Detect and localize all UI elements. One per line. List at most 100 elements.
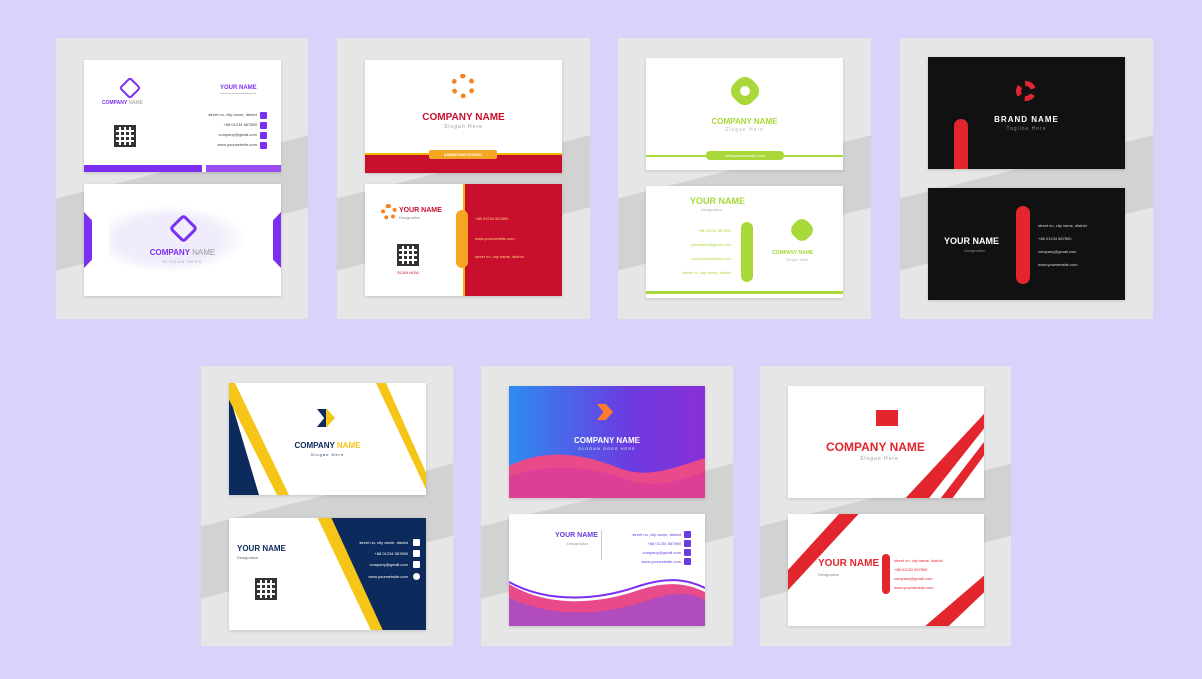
email-text: company@gmail.com [894, 576, 933, 581]
home-icon [413, 539, 420, 546]
globe-icon [260, 142, 267, 149]
website-text: www.yourwebsite.com [217, 142, 257, 147]
business-card-5-back: YOUR NAME Designation street no, city na… [229, 518, 426, 630]
phone-icon [413, 550, 420, 557]
phone-text: +88 01234 567890 [894, 567, 928, 572]
website-text: www.yourwebsite.com [691, 256, 731, 261]
designation: Designation [567, 541, 589, 546]
company-name: COMPANY [102, 100, 128, 106]
mockup-panel-4: BRAND NAME Tagline Here YOUR NAME Design… [900, 38, 1153, 319]
company-name: COMPANY NAME [574, 436, 640, 445]
your-name: YOUR NAME [237, 544, 286, 553]
slogan: SLOGAN GOES HERE [578, 446, 636, 451]
company-name-suffix: NAME [192, 248, 216, 257]
yellow-stripe-right [376, 383, 426, 490]
globe-icon [413, 573, 420, 580]
website-text: www.yourwebsite.com [894, 585, 934, 590]
company-name: COMPANY NAME [826, 440, 925, 454]
address-text: street no, city name, district [359, 540, 408, 545]
arrow-logo-icon [597, 404, 613, 420]
business-card-4-back: YOUR NAME Designation street no, city na… [928, 188, 1125, 300]
divider [601, 530, 602, 560]
business-card-2-back: YOUR NAME Designation SCAN NOW +88 01234… [365, 184, 562, 296]
business-card-7-back: YOUR NAME Designation street no, city na… [788, 514, 984, 626]
slogan: Slogan Here [725, 127, 764, 133]
wave-decoration [509, 579, 705, 626]
business-card-7-front: COMPANY NAME Slogan Here [788, 386, 984, 498]
address-text: street no, city name, district [682, 270, 731, 275]
slogan: SLOGAN HERE [162, 259, 203, 264]
phone-text: +88 01234 567890 [1038, 236, 1072, 241]
slogan: Slogan Here [310, 452, 345, 457]
business-card-3-back: YOUR NAME Designation +88 01234 567890 y… [646, 186, 843, 298]
website-bar: www.yourwebsite.com [706, 151, 784, 160]
logo-diamond-icon [118, 76, 142, 100]
mockup-panel-6: COMPANY NAME SLOGAN GOES HERE YOUR NAME … [481, 366, 733, 646]
phone-icon [260, 122, 267, 129]
company-name-suffix: NAME [336, 441, 361, 450]
business-card-2-front: COMPANY NAME Slogan Here ANIMATION STUDI… [365, 60, 562, 173]
mail-icon [260, 132, 267, 139]
designation: Designation [818, 572, 840, 577]
phone-text: +88 01234 567890 [223, 122, 257, 127]
slogan: Slogan Here [860, 456, 899, 462]
business-card-1-back: COMPANY NAME SLOGAN HERE [84, 184, 281, 296]
company-name: COMPANY [149, 248, 190, 257]
divider [220, 93, 256, 94]
back-slogan: Slogan Here [786, 257, 809, 262]
icon-rail [456, 210, 468, 268]
business-card-1-front: COMPANY NAME YOUR NAME street no, city n… [84, 60, 281, 172]
mockup-panel-5: COMPANY NAME Slogan Here YOUR NAME Desig… [201, 366, 453, 646]
swirl-logo-icon [1016, 81, 1036, 101]
business-card-4-front: BRAND NAME Tagline Here [928, 57, 1125, 169]
address-text: street no, city name, district [632, 532, 681, 537]
mockup-panel-3: COMPANY NAME Slogan Here www.yourwebsite… [618, 38, 871, 319]
company-name-suffix: NAME [128, 100, 143, 106]
your-name: YOUR NAME [555, 532, 598, 539]
flower-logo-icon [787, 215, 817, 245]
qr-code [114, 125, 136, 147]
icon-rail [1016, 206, 1030, 284]
green-line [646, 291, 843, 294]
website-text: www.yourwebsite.com [475, 236, 515, 241]
email-text: company@gmail.com [1038, 249, 1077, 254]
bottom-stripe [84, 165, 281, 172]
mockup-panel-7: COMPANY NAME Slogan Here YOUR NAME Desig… [760, 366, 1011, 646]
business-card-6-back: YOUR NAME Designation street no, city na… [509, 514, 705, 626]
chevron-logo-icon [317, 409, 335, 427]
company-name: COMPANY [294, 441, 335, 450]
mockup-panel-1: COMPANY NAME YOUR NAME street no, city n… [56, 38, 308, 319]
company-name: COMPANY NAME [711, 117, 778, 126]
business-card-6-front: COMPANY NAME SLOGAN GOES HERE [509, 386, 705, 498]
email-text: yourname@gmail.com [690, 242, 731, 247]
red-pill [954, 119, 968, 169]
slogan: Slogan Here [444, 124, 483, 130]
email-text: company@gmail.com [218, 132, 257, 137]
location-icon [260, 112, 267, 119]
website-text: www.yourwebsite.com [641, 559, 681, 564]
email-text: company@gmail.com [642, 550, 681, 555]
designation: Designation [399, 215, 421, 220]
mail-icon [684, 549, 691, 556]
sun-logo-icon [381, 204, 397, 220]
qr-code [397, 244, 419, 266]
company-name: COMPANY NAME [422, 112, 505, 123]
studio-ribbon: ANIMATION STUDIO [429, 150, 497, 159]
your-name: YOUR NAME [399, 207, 442, 214]
website-text: www.yourwebsite.com [1038, 262, 1078, 267]
phone-text: +88 01234 567890 [697, 228, 731, 233]
business-card-3-front: COMPANY NAME Slogan Here www.yourwebsite… [646, 58, 843, 170]
address-text: street no, city name, district [208, 112, 257, 117]
icon-rail [882, 554, 890, 594]
location-icon [684, 531, 691, 538]
sun-logo-icon [451, 74, 475, 98]
your-name: YOUR NAME [944, 236, 1000, 246]
your-name: YOUR NAME [220, 85, 257, 91]
business-card-5-front: COMPANY NAME Slogan Here [229, 383, 426, 495]
arrow-logo-icon [876, 410, 898, 426]
wave-decoration [509, 454, 705, 498]
qr-code [255, 578, 277, 600]
phone-text: +88 01234 567890 [647, 541, 681, 546]
website-text: www.yourwebsite.com [368, 574, 408, 579]
address-text: street no, city name, district [894, 558, 943, 563]
